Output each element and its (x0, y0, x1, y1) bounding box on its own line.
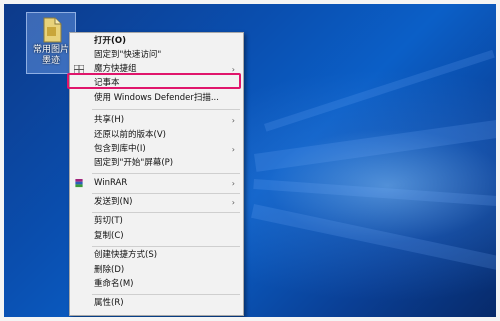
menu-item-share[interactable]: 共享(H) › (70, 114, 243, 127)
screenshot-frame: 常用图片 墨迹 打开(O) 固定到"快速访问" 魔方快捷组 › 记事本 使用 W… (0, 0, 500, 321)
menu-item-restore-versions[interactable]: 还原以前的版本(V) (70, 129, 243, 142)
light-beam (264, 49, 495, 132)
menu-separator (92, 246, 240, 247)
menu-item-pin-start[interactable]: 固定到"开始"屏幕(P) (70, 157, 243, 170)
menu-separator (92, 294, 240, 295)
menu-item-winrar[interactable]: WinRAR › (70, 177, 243, 190)
menu-item-create-shortcut[interactable]: 创建快捷方式(S) (70, 249, 243, 262)
chevron-right-icon: › (231, 145, 235, 154)
menu-item-delete[interactable]: 删除(D) (70, 264, 243, 277)
menu-separator (92, 193, 240, 194)
chevron-right-icon: › (231, 198, 235, 207)
desktop-icon-label: 常用图片 墨迹 (32, 45, 69, 66)
menu-separator (92, 212, 240, 213)
menu-item-properties[interactable]: 属性(R) (70, 297, 243, 310)
menu-item-open[interactable]: 打开(O) (70, 35, 243, 48)
menu-item-send-to[interactable]: 发送到(N) › (70, 196, 243, 209)
menu-item-include-library[interactable]: 包含到库中(I) › (70, 143, 243, 156)
notepad-highlight-box (67, 73, 241, 89)
menu-separator (92, 109, 240, 110)
menu-separator (92, 173, 240, 174)
menu-item-cut[interactable]: 剪切(T) (70, 215, 243, 228)
light-beam (253, 179, 496, 208)
chevron-right-icon: › (231, 116, 235, 125)
light-beam (251, 204, 496, 272)
menu-item-copy[interactable]: 复制(C) (70, 230, 243, 243)
winrar-icon (75, 179, 83, 188)
chevron-right-icon: › (231, 179, 235, 188)
light-beam (254, 117, 496, 172)
file-icon (43, 17, 62, 43)
menu-item-rename[interactable]: 重命名(M) (70, 278, 243, 291)
menu-item-defender-scan[interactable]: 使用 Windows Defender扫描... (70, 92, 243, 105)
menu-item-pin-quick-access[interactable]: 固定到"快速访问" (70, 49, 243, 62)
